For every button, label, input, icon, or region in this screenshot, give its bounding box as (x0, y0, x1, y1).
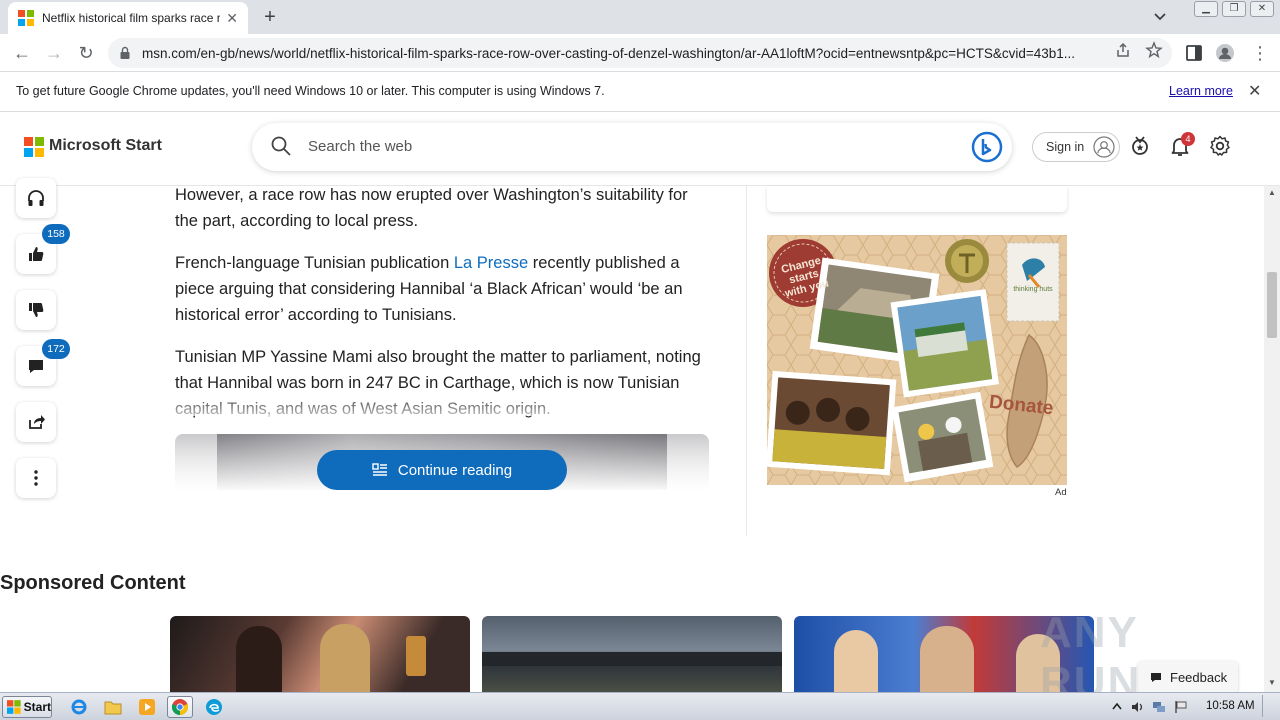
share-icon[interactable] (1114, 41, 1132, 59)
new-tab-button[interactable]: + (258, 6, 282, 30)
more-dots-icon (34, 470, 38, 486)
msn-header: Microsoft Start Search the web Sign in 4 (0, 113, 1280, 186)
listen-button[interactable] (16, 178, 56, 218)
continue-reading-button[interactable]: Continue reading (317, 450, 567, 490)
continue-reading-label: Continue reading (397, 461, 513, 479)
feedback-icon (1151, 673, 1161, 682)
scroll-up-icon[interactable]: ▲ (1268, 188, 1276, 197)
thumbs-up-icon (29, 247, 44, 261)
la-presse-link[interactable]: La Presse (454, 254, 528, 272)
right-card (767, 186, 1067, 212)
forward-arrow-icon[interactable]: → (42, 42, 66, 64)
minimize-button[interactable]: ▁ (1194, 1, 1218, 17)
scroll-down-icon[interactable]: ▼ (1268, 678, 1276, 687)
microsoft-logo-icon[interactable] (24, 137, 44, 157)
back-arrow-icon[interactable]: ← (10, 42, 34, 64)
more-options-button[interactable] (16, 458, 56, 498)
browser-toolbar: ← → ↻ msn.com/en-gb/news/world/netflix-h… (0, 34, 1280, 72)
sponsored-image-2 (482, 652, 782, 666)
sponsored-image-3 (834, 630, 878, 692)
reader-icon (372, 463, 387, 476)
windows-taskbar: Start 10:58 AM (0, 692, 1280, 720)
address-bar[interactable]: msn.com/en-gb/news/world/netflix-histori… (108, 38, 1172, 68)
update-infobar: To get future Google Chrome updates, you… (0, 72, 1280, 112)
windows-logo-icon (7, 700, 21, 714)
volume-icon[interactable] (1130, 700, 1144, 714)
close-icon[interactable]: ✕ (1248, 81, 1261, 101)
system-clock: 10:58 AM (1206, 700, 1255, 712)
feedback-button[interactable]: Feedback (1138, 661, 1238, 693)
search-icon (271, 136, 291, 156)
share-button[interactable] (16, 402, 56, 442)
sponsored-image-1 (236, 626, 282, 692)
page-scrollbar[interactable]: ▲ ▼ (1264, 186, 1280, 692)
article-paragraph: However, a race row has now erupted over… (175, 186, 688, 230)
url-text: msn.com/en-gb/news/world/netflix-histori… (142, 45, 1076, 61)
close-icon[interactable]: ✕ (226, 10, 238, 27)
learn-more-link[interactable]: Learn more (1169, 84, 1233, 98)
internet-explorer-icon[interactable] (66, 696, 92, 718)
feedback-label: Feedback (1170, 669, 1228, 685)
tray-expand-icon[interactable] (1110, 700, 1124, 714)
infobar-message: To get future Google Chrome updates, you… (16, 84, 605, 98)
search-input[interactable]: Search the web (252, 123, 1012, 171)
paragraph-text: French-language Tunisian publication (175, 254, 454, 272)
sponsored-card-1[interactable] (170, 616, 470, 692)
network-icon[interactable] (1152, 700, 1166, 714)
action-center-flag-icon[interactable] (1174, 700, 1188, 714)
sign-in-button[interactable]: Sign in (1032, 132, 1120, 162)
chevron-down-icon[interactable] (1150, 8, 1170, 26)
more-menu-icon[interactable]: ⋮ (1248, 42, 1272, 64)
scroll-thumb[interactable] (1267, 272, 1277, 338)
search-placeholder: Search the web (308, 138, 413, 155)
sponsored-card-2[interactable] (482, 616, 782, 692)
tab-title: Netflix historical film sparks race row … (42, 11, 220, 25)
browser-tab[interactable]: Netflix historical film sparks race row … (8, 2, 248, 34)
sponsored-heading: Sponsored Content (0, 572, 186, 594)
like-count-badge: 158 (42, 224, 70, 244)
thumbs-down-icon (29, 303, 44, 317)
glass-image (406, 636, 426, 676)
window-controls: ▁ ❐ ✕ (1194, 1, 1274, 17)
tab-strip: Netflix historical film sparks race row … (0, 0, 1280, 34)
profile-icon[interactable] (1215, 43, 1235, 63)
start-label: Start (23, 700, 51, 714)
anyrun-watermark: ANY RUN (1040, 608, 1240, 707)
thinking-huts-logo-text: thinking huts (1013, 286, 1053, 293)
gear-icon[interactable] (1208, 134, 1232, 158)
article-paragraph: French-language Tunisian publication La … (175, 250, 715, 328)
msn-favicon-icon (18, 10, 34, 26)
reload-icon[interactable]: ↻ (74, 42, 98, 64)
notification-badge: 4 (1181, 132, 1195, 146)
ad-banner[interactable]: thinking huts Change starts with you Don… (767, 235, 1067, 485)
headphones-icon (28, 190, 44, 206)
restore-button[interactable]: ❐ (1222, 1, 1246, 17)
sign-in-label: Sign in (1046, 140, 1085, 154)
user-avatar-icon (1093, 136, 1115, 158)
bing-chat-icon[interactable] (970, 130, 1004, 164)
comment-icon (29, 360, 43, 373)
sponsored-image-3b (920, 626, 974, 692)
sponsored-image-1b (320, 624, 370, 692)
brand-name[interactable]: Microsoft Start (49, 137, 162, 155)
edge-icon[interactable] (201, 696, 227, 718)
ad-label: Ad (1055, 487, 1067, 498)
dislike-button[interactable] (16, 290, 56, 330)
chrome-icon[interactable] (167, 696, 193, 718)
star-icon[interactable] (1145, 41, 1163, 59)
file-explorer-icon[interactable] (100, 696, 126, 718)
rewards-trophy-icon[interactable] (1128, 134, 1152, 158)
text-fade-overlay (175, 392, 715, 416)
start-button[interactable]: Start (2, 696, 52, 718)
comment-count-badge: 172 (42, 339, 70, 359)
column-divider (746, 186, 747, 536)
lock-icon (120, 46, 130, 59)
media-player-icon[interactable] (134, 696, 160, 718)
share-icon (29, 415, 45, 429)
side-panel-icon[interactable] (1184, 43, 1204, 63)
window-close-button[interactable]: ✕ (1250, 1, 1274, 17)
show-desktop-button[interactable] (1262, 695, 1278, 717)
